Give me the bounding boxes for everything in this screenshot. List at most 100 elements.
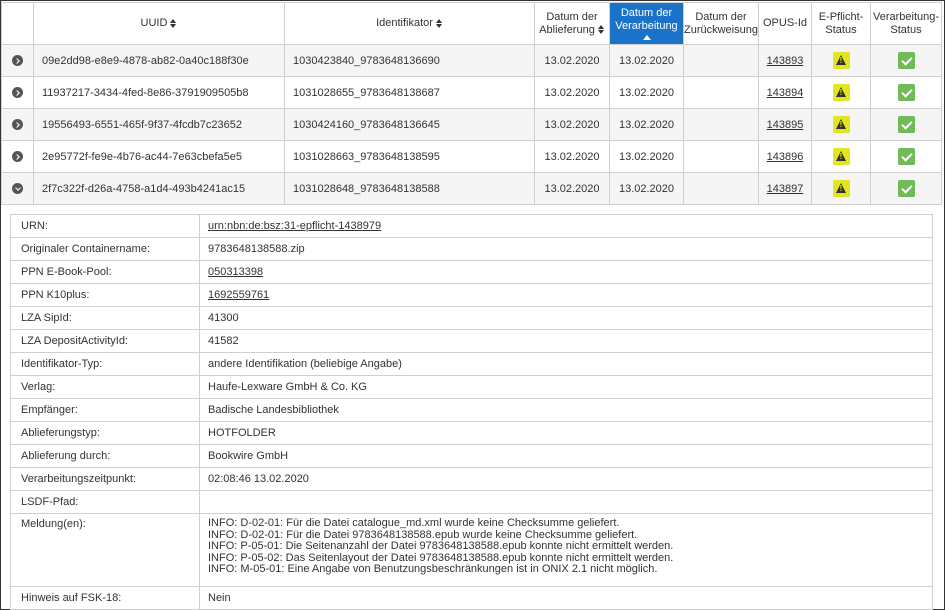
deliveries-table: UUID Identifikator Datum der Ablieferung … [1, 2, 942, 205]
detail-value: Nein [199, 586, 933, 610]
collapse-toggle[interactable] [1, 172, 34, 205]
detail-row-urn: URN: urn:nbn:de:bsz:31-epflicht-1438979 [10, 214, 933, 238]
expand-toggle[interactable] [1, 76, 34, 109]
zurueckweisung-cell [683, 76, 759, 109]
chevron-right-icon[interactable] [12, 151, 23, 163]
detail-row-identifikator-typ: Identifikator-Typ: andere Identifikation… [10, 352, 933, 376]
detail-panel: URN: urn:nbn:de:bsz:31-epflicht-1438979 … [10, 214, 933, 610]
detail-row-fsk18: Hinweis auf FSK-18: Nein [10, 586, 933, 610]
detail-value: 1692559761 [199, 283, 933, 307]
sort-icon [597, 25, 605, 35]
detail-label: Originaler Containername: [10, 237, 200, 261]
detail-value-messages: INFO: D-02-01: Für die Datei catalogue_m… [199, 513, 933, 587]
detail-label: LZA SipId: [10, 306, 200, 330]
header-expand [1, 2, 34, 45]
chevron-right-icon[interactable] [12, 87, 23, 99]
header-identifikator[interactable]: Identifikator [284, 2, 535, 45]
check-icon[interactable] [897, 84, 915, 101]
header-verarbeitung-status[interactable]: Verarbeitung- Status [870, 2, 942, 45]
header-datum-zurueckweisung[interactable]: Datum der Zurückweisung [683, 2, 759, 45]
header-datum-verarbeitung[interactable]: Datum der Verarbeitung [609, 2, 684, 45]
detail-value: Bookwire GmbH [199, 444, 933, 468]
ppn-ebook-pool-link[interactable]: 050313398 [208, 266, 263, 278]
detail-row-verlag: Verlag: Haufe-Lexware GmbH & Co. KG [10, 375, 933, 399]
detail-row-lza-sipid: LZA SipId: 41300 [10, 306, 933, 330]
detail-value: 41300 [199, 306, 933, 330]
opus-id-link[interactable]: 143896 [767, 151, 804, 163]
expand-toggle[interactable] [1, 108, 34, 141]
detail-row-containername: Originaler Containername: 9783648138588.… [10, 237, 933, 261]
ablieferung-cell: 13.02.2020 [534, 172, 610, 205]
identifikator-cell: 1031028655_9783648138687 [284, 76, 535, 109]
detail-label: PPN E-Book-Pool: [10, 260, 200, 284]
opus-id-link[interactable]: 143897 [767, 183, 804, 195]
warning-icon[interactable] [832, 180, 850, 197]
opus-id-cell: 143894 [758, 76, 812, 109]
warning-icon[interactable] [832, 116, 850, 133]
detail-value [199, 490, 933, 514]
identifikator-cell: 1030424160_9783648136645 [284, 108, 535, 141]
urn-link[interactable]: urn:nbn:de:bsz:31-epflicht-1438979 [208, 220, 381, 232]
header-datum-ablieferung[interactable]: Datum der Ablieferung [534, 2, 610, 45]
header-epflicht-status[interactable]: E-Pflicht- Status [811, 2, 871, 45]
chevron-right-icon[interactable] [12, 119, 23, 131]
verarbeitung-cell: 13.02.2020 [609, 140, 684, 173]
opus-id-link[interactable]: 143893 [767, 55, 804, 67]
detail-label: PPN K10plus: [10, 283, 200, 307]
epflicht-status-cell [811, 44, 871, 77]
detail-value: 02:08:46 13.02.2020 [199, 467, 933, 491]
zurueckweisung-cell [683, 44, 759, 77]
detail-value: 9783648138588.zip [199, 237, 933, 261]
detail-value: urn:nbn:de:bsz:31-epflicht-1438979 [199, 214, 933, 238]
detail-value: 41582 [199, 329, 933, 353]
detail-row-meldungen: Meldung(en): INFO: D-02-01: Für die Date… [10, 513, 933, 587]
verarbeitung-status-cell [870, 172, 942, 205]
ppn-k10plus-link[interactable]: 1692559761 [208, 289, 269, 301]
detail-label: Verlag: [10, 375, 200, 399]
opus-id-cell: 143893 [758, 44, 812, 77]
detail-label: Empfänger: [10, 398, 200, 422]
message-line: INFO: M-05-01: Eine Angabe von Benutzung… [208, 563, 658, 575]
detail-row-lsdf-pfad: LSDF-Pfad: [10, 490, 933, 514]
table-row: 2e95772f-fe9e-4b76-ac44-7e63cbefa5e5 103… [1, 140, 942, 173]
opus-id-cell: 143896 [758, 140, 812, 173]
detail-label: Verarbeitungszeitpunkt: [10, 467, 200, 491]
epflicht-status-cell [811, 172, 871, 205]
check-icon[interactable] [897, 116, 915, 133]
detail-label: Meldung(en): [10, 513, 200, 587]
detail-label: Ablieferungstyp: [10, 421, 200, 445]
expand-toggle[interactable] [1, 44, 34, 77]
verarbeitung-cell: 13.02.2020 [609, 76, 684, 109]
detail-row-verarbeitungszeitpunkt: Verarbeitungszeitpunkt: 02:08:46 13.02.2… [10, 467, 933, 491]
table-header-row: UUID Identifikator Datum der Ablieferung … [1, 2, 942, 45]
chevron-down-icon[interactable] [12, 183, 23, 195]
identifikator-cell: 1031028663_9783648138595 [284, 140, 535, 173]
detail-label: URN: [10, 214, 200, 238]
check-icon[interactable] [897, 148, 915, 165]
verarbeitung-status-cell [870, 76, 942, 109]
check-icon[interactable] [897, 52, 915, 69]
detail-row-ppn-k10plus: PPN K10plus: 1692559761 [10, 283, 933, 307]
detail-label: Hinweis auf FSK-18: [10, 586, 200, 610]
header-uuid[interactable]: UUID [33, 2, 285, 45]
chevron-right-icon[interactable] [12, 55, 23, 67]
opus-id-link[interactable]: 143895 [767, 119, 804, 131]
uuid-cell: 11937217-3434-4fed-8e86-3791909505b8 [33, 76, 285, 109]
opus-id-link[interactable]: 143894 [767, 87, 804, 99]
detail-label: LZA DepositActivityId: [10, 329, 200, 353]
message-line: INFO: P-05-01: Die Seitenanzahl der Date… [208, 540, 674, 552]
header-opus-id[interactable]: OPUS-Id [758, 2, 812, 45]
uuid-cell: 2f7c322f-d26a-4758-a1d4-493b4241ac15 [33, 172, 285, 205]
detail-row-empfaenger: Empfänger: Badische Landesbibliothek [10, 398, 933, 422]
epflicht-status-cell [811, 108, 871, 141]
check-icon[interactable] [897, 180, 915, 197]
table-row: 19556493-6551-465f-9f37-4fcdb7c23652 103… [1, 108, 942, 141]
expand-toggle[interactable] [1, 140, 34, 173]
epflicht-status-cell [811, 76, 871, 109]
sort-ascending-icon [642, 35, 651, 40]
warning-icon[interactable] [832, 148, 850, 165]
warning-icon[interactable] [832, 84, 850, 101]
warning-icon[interactable] [832, 52, 850, 69]
detail-label: Identifikator-Typ: [10, 352, 200, 376]
detail-row-ablieferungstyp: Ablieferungstyp: HOTFOLDER [10, 421, 933, 445]
